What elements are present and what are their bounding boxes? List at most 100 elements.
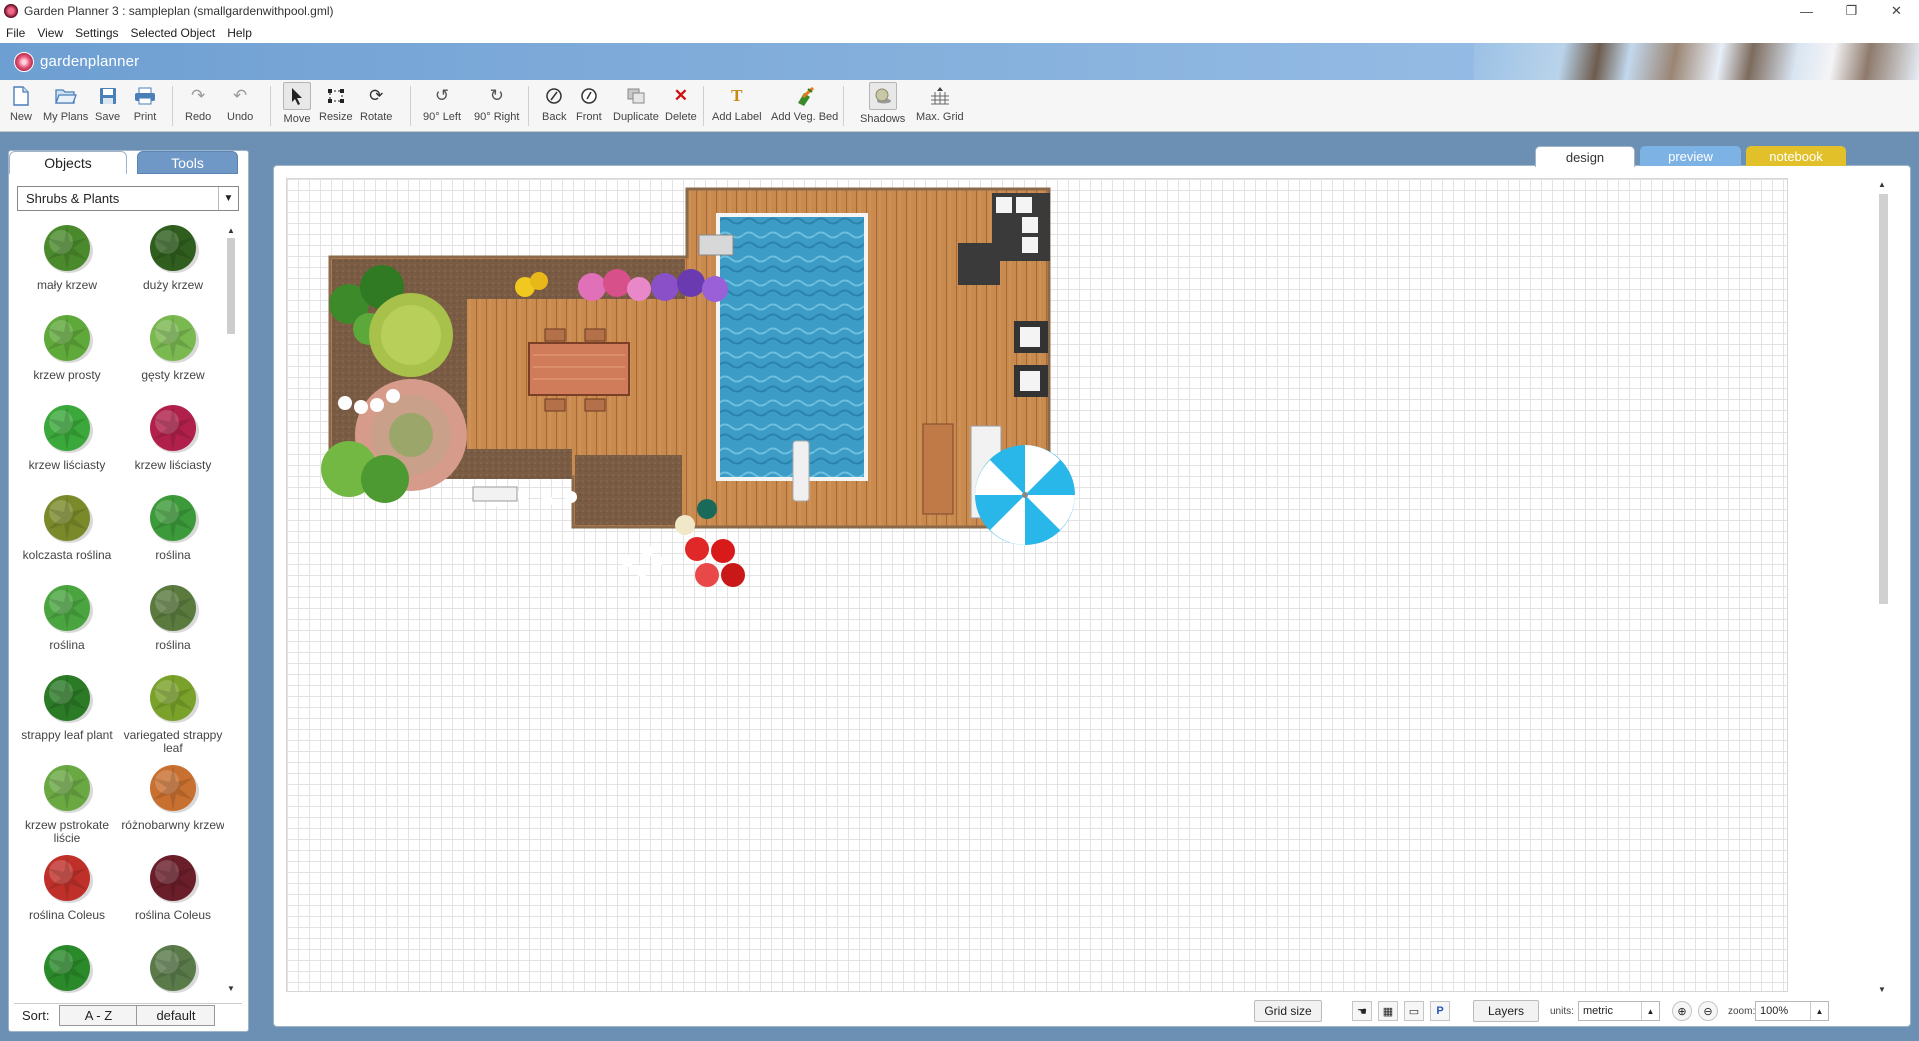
max-grid-button[interactable]: Max. Grid [916,84,964,123]
design-canvas[interactable] [286,178,1788,992]
tab-preview[interactable]: preview [1640,146,1741,166]
scroll-down-arrow-icon[interactable]: ▼ [1878,985,1886,994]
move-tool-button[interactable]: Move [283,82,311,125]
menu-help[interactable]: Help [227,26,252,40]
menu-settings[interactable]: Settings [75,26,118,40]
swimming-pool[interactable] [716,213,868,481]
category-selected: Shrubs & Plants [26,191,120,206]
redo-button[interactable]: ↷ Redo [185,84,211,123]
object-item[interactable]: roślina Coleus [14,850,120,922]
zoom-select[interactable]: 100% ▲ [1755,1001,1829,1021]
chair[interactable] [544,328,566,342]
tab-tools[interactable]: Tools [137,151,238,174]
dining-table[interactable] [528,342,630,396]
object-item[interactable]: różnobarwny krzew [120,760,224,832]
send-back-icon [542,84,566,108]
tab-notebook[interactable]: notebook [1746,146,1846,166]
coleus-red-icon [39,850,95,906]
object-item[interactable]: variegated strappy leaf [120,670,224,755]
snap-hand-icon[interactable]: ☚ [1352,1001,1372,1021]
redo-icon: ↷ [191,86,206,105]
object-item[interactable]: roślina [120,580,224,652]
pool-ladder[interactable] [698,234,734,256]
tab-design[interactable]: design [1535,146,1635,167]
menu-view[interactable]: View [37,26,63,40]
send-back-button[interactable]: Back [542,84,566,123]
category-dropdown[interactable]: Shrubs & Plants ▼ [17,186,239,211]
grid-toggle-icon[interactable]: ▦ [1378,1001,1398,1021]
scroll-up-arrow-icon[interactable]: ▲ [226,226,236,236]
object-item[interactable] [120,940,224,995]
units-select[interactable]: metric ▲ [1578,1001,1660,1021]
scroll-up-arrow-icon[interactable]: ▲ [1878,180,1886,189]
rotate-right-button[interactable]: ↻ 90° Right [474,84,519,123]
scrollbar-thumb[interactable] [1879,194,1888,604]
zoom-in-icon[interactable]: ⊕ [1672,1001,1692,1021]
chair[interactable] [584,328,606,342]
flower-logo-icon [14,51,34,72]
delete-button[interactable]: ✕ Delete [665,84,697,123]
object-item[interactable]: krzew prosty [14,310,120,382]
sort-az-button[interactable]: A - Z [59,1004,138,1026]
object-item[interactable]: roślina Coleus [120,850,224,922]
duplicate-button[interactable]: Duplicate [613,84,659,123]
close-window-button[interactable]: ✕ [1874,0,1919,22]
sun-lounger[interactable] [922,423,954,515]
sort-label: Sort: [22,1007,50,1023]
chair[interactable] [584,398,606,412]
variegated-strappy-leaf-icon [145,670,201,726]
planting-bed[interactable] [575,455,682,525]
print-button[interactable]: Print [133,84,157,123]
object-list-scrollbar[interactable]: ▲ ▼ [226,226,236,994]
zoom-out-icon[interactable]: ⊖ [1698,1001,1718,1021]
coffee-table[interactable] [958,243,1000,285]
max-grid-icon [928,84,952,108]
object-item[interactable]: gęsty krzew [120,310,224,382]
menu-selected-object[interactable]: Selected Object [131,26,216,40]
tab-objects[interactable]: Objects [9,151,127,174]
garden-bench[interactable] [472,486,518,502]
ruler-icon[interactable]: ▭ [1404,1001,1424,1021]
strappy-leaf-icon [39,670,95,726]
scrollbar-thumb[interactable] [227,238,235,334]
garden-plan[interactable] [287,179,1789,993]
scroll-down-arrow-icon[interactable]: ▼ [226,984,236,994]
add-label-button[interactable]: T Add Label [712,84,762,123]
chair[interactable] [544,398,566,412]
object-library: mały krzew duży krzew krzew prosty gęsty kr… [14,220,224,995]
new-button[interactable]: New [9,84,33,123]
canvas-scrollbar[interactable]: ▲ ▼ [1877,180,1889,994]
object-item[interactable]: krzew liściasty [120,400,224,472]
object-item[interactable]: krzew pstrokate liście [14,760,120,845]
object-item[interactable] [14,940,120,995]
sort-default-button[interactable]: default [137,1004,216,1026]
minimize-button[interactable]: — [1784,0,1829,22]
menu-file[interactable]: File [6,26,25,40]
bring-front-button[interactable]: Front [576,84,602,123]
zoom-label: zoom: [1728,1006,1756,1017]
object-item[interactable]: roślina [14,580,120,652]
plant-labels-icon[interactable]: P [1430,1001,1450,1021]
undo-button[interactable]: ↶ Undo [227,84,253,123]
parasol[interactable] [975,445,1075,545]
object-item[interactable]: mały krzew [14,220,120,292]
cursor-arrow-icon [283,82,311,110]
my-plans-button[interactable]: My Plans [43,84,88,123]
object-item[interactable]: kolczasta roślina [14,490,120,562]
object-item[interactable]: duży krzew [120,220,224,292]
object-item[interactable]: roślina [120,490,224,562]
layers-button[interactable]: Layers [1473,1000,1539,1022]
object-item[interactable]: strappy leaf plant [14,670,120,742]
add-veg-bed-button[interactable]: Add Veg. Bed [771,84,838,123]
grid-size-button[interactable]: Grid size [1254,1000,1322,1022]
text-label-icon: T [731,86,743,105]
object-item[interactable]: krzew liściasty [14,400,120,472]
shadows-toggle[interactable]: Shadows [860,82,905,125]
rotate-left-button[interactable]: ↺ 90° Left [423,84,461,123]
save-button[interactable]: Save [95,84,120,123]
rotate-tool-button[interactable]: ⟳ Rotate [360,84,392,123]
resize-tool-button[interactable]: Resize [319,84,353,123]
maximize-button[interactable]: ❐ [1829,0,1874,22]
diving-board[interactable] [792,440,810,502]
status-bar: Grid size ☚ ▦ ▭ P Layers units: metric ▲… [1250,998,1900,1024]
